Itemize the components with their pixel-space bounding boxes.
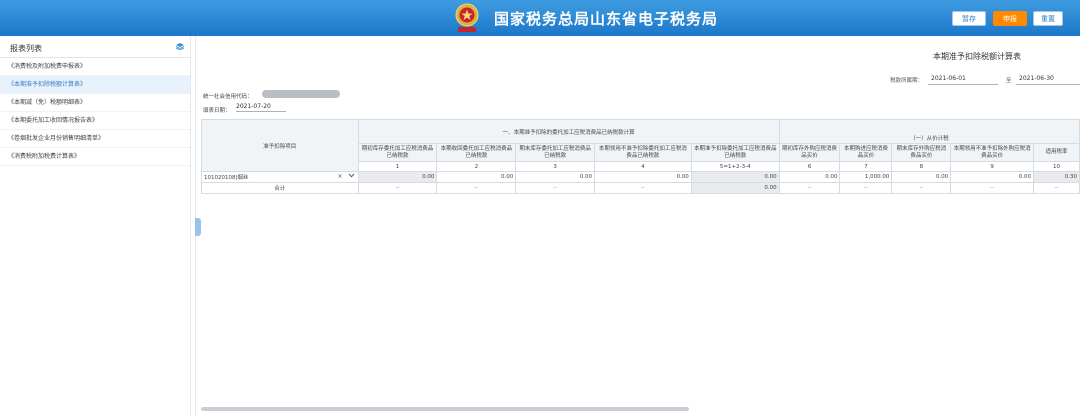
col-number: 4: [594, 161, 692, 172]
value-cell: 0.30: [1033, 171, 1080, 183]
total-cell: --: [778, 182, 841, 194]
deduction-table: 准予扣除项目 一、本期准予扣除的委托加工应税消费品已纳税款计算 （一）从价计税 …: [201, 119, 1080, 194]
horizontal-scrollbar[interactable]: [201, 407, 689, 411]
col-number: 5=1+2-3-4: [690, 161, 780, 172]
total-row: 合计 -- -- -- -- 0.00 -- -- -- -- --: [201, 182, 1080, 194]
period-to-label: 至: [1006, 78, 1012, 84]
fill-date-value: 2021-07-20: [236, 103, 286, 112]
col-number: 1: [357, 161, 438, 172]
col-header: 本期收回委托加工应税消费品已纳税款: [436, 143, 517, 162]
reset-button[interactable]: 重置: [1033, 11, 1063, 26]
col-header: 适用税率: [1033, 143, 1080, 162]
top-header: 国家税务总局山东省电子税务局 暂存 申报 重置: [0, 0, 1080, 36]
total-cell: --: [891, 182, 952, 194]
total-cell: --: [950, 182, 1035, 194]
col-header: 本期准予扣除委托加工应税消费品已纳税款: [690, 143, 780, 162]
total-cell: 0.00: [690, 182, 780, 194]
value-cell[interactable]: 0.00: [594, 171, 692, 183]
value-cell[interactable]: 0.00: [357, 171, 438, 183]
tax-emblem-icon: [455, 3, 479, 32]
total-cell: --: [436, 182, 517, 194]
value-cell[interactable]: 0.00: [436, 171, 517, 183]
col-number: 9: [950, 161, 1035, 172]
col-header: 期末库存外购应税消费品买价: [891, 143, 952, 162]
total-cell: --: [357, 182, 438, 194]
col-number: 3: [515, 161, 596, 172]
table-row: 101020108|烟丝 × 0.00 0.00 0.00 0.00 0.00 …: [201, 171, 1080, 183]
total-cell: --: [594, 182, 692, 194]
col-header: 本期领用不准予扣除委托加工应税消费品已纳税款: [594, 143, 692, 162]
value-cell: 0.00: [690, 171, 780, 183]
save-button[interactable]: 暂存: [952, 11, 986, 26]
value-cell[interactable]: 0.00: [515, 171, 596, 183]
value-cell[interactable]: 0.00: [950, 171, 1035, 183]
sidebar-item-consumption-tax-return[interactable]: 《消费税及附加税费申报表》: [0, 58, 190, 76]
total-cell: --: [839, 182, 893, 194]
col-header: 期初库存委托加工应税消费品已纳税款: [357, 143, 438, 162]
item-select-value: 101020108|烟丝: [204, 175, 249, 181]
col-number: 7: [839, 161, 893, 172]
group2-header: （一）从价计税: [778, 119, 1080, 144]
sidebar-item-surcharge-calc[interactable]: 《消费税附加税费计算表》: [0, 148, 190, 166]
col-header: 期末库存委托加工应税消费品已纳税款: [515, 143, 596, 162]
value-cell[interactable]: 0.00: [891, 171, 952, 183]
total-cell: --: [1033, 182, 1080, 194]
credit-code-label: 统一社会信用代码：: [203, 94, 253, 100]
period-to-input[interactable]: 2021-06-30: [1016, 73, 1080, 85]
credit-code-redacted: [262, 90, 340, 98]
fill-date-label: 填表日期：: [203, 108, 231, 114]
col-number: 10: [1033, 161, 1080, 172]
report-list-sidebar: 报表列表 《消费税及附加税费申报表》 《本期准予扣除税额计算表》 《本期减（免）…: [0, 36, 191, 415]
sidebar-collapse-handle[interactable]: [195, 218, 201, 236]
form-title: 本期准予扣除税额计算表: [933, 52, 1021, 61]
sidebar-item-processing-report[interactable]: 《本期委托加工收回情况报告表》: [0, 112, 190, 130]
col-header: 本期领用不准予扣除外购应税消费品买价: [950, 143, 1035, 162]
sidebar-title: 报表列表: [10, 44, 42, 53]
total-cell: --: [515, 182, 596, 194]
sidebar-item-exemption-detail[interactable]: 《本期减（免）税额明细表》: [0, 94, 190, 112]
submit-button[interactable]: 申报: [993, 11, 1027, 26]
col-header: 期初库存外购应税消费品买价: [778, 143, 841, 162]
sidebar-item-deduction-calc[interactable]: 《本期准予扣除税额计算表》: [0, 76, 190, 94]
item-column-header: 准予扣除项目: [201, 119, 359, 172]
group1-header: 一、本期准予扣除的委托加工应税消费品已纳税款计算: [357, 119, 780, 144]
period-from-input[interactable]: 2021-06-01: [928, 73, 998, 85]
col-header: 本期购进应税消费品买价: [839, 143, 893, 162]
clear-icon[interactable]: ×: [338, 173, 343, 180]
total-label: 合计: [201, 182, 359, 194]
value-cell[interactable]: 0.00: [778, 171, 841, 183]
stack-icon[interactable]: [176, 43, 184, 50]
col-number: 2: [436, 161, 517, 172]
col-number: 8: [891, 161, 952, 172]
period-label: 税款所属期：: [890, 78, 924, 84]
item-select[interactable]: 101020108|烟丝 ×: [201, 171, 359, 183]
chevron-down-icon[interactable]: [348, 173, 355, 178]
col-number: 6: [778, 161, 841, 172]
sidebar-header: 报表列表: [0, 36, 190, 58]
value-cell[interactable]: 1,000.00: [839, 171, 893, 183]
site-title: 国家税务总局山东省电子税务局: [494, 10, 719, 28]
sidebar-item-cigarette-sales[interactable]: 《卷烟批发企业月份销售明细清单》: [0, 130, 190, 148]
